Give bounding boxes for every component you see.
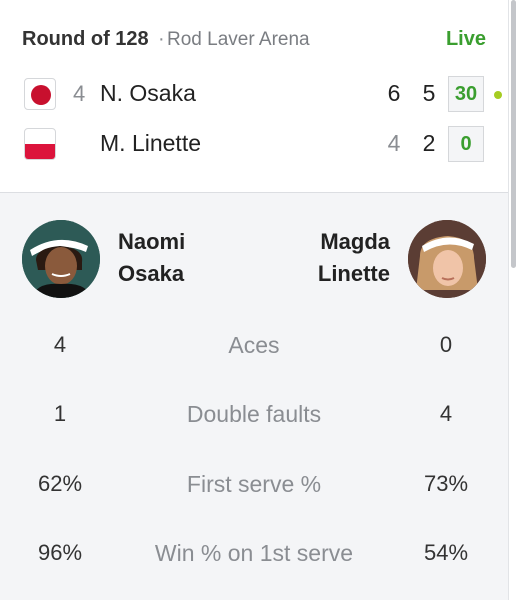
player-row-linette[interactable]: M. Linette 4 2 0 <box>0 126 508 166</box>
set-1-score: 6 <box>387 80 401 106</box>
match-header: Round of 128 · Rod Laver Arena Live <box>22 28 488 54</box>
player-2-full-name: Magda Linette <box>317 229 390 286</box>
stat-label: Aces <box>228 332 280 358</box>
set-2-score: 2 <box>422 130 436 156</box>
stat-row-first-serve: 62% First serve % 73% <box>0 471 508 501</box>
stat-label: Win % on 1st serve <box>154 540 354 566</box>
player-row-osaka[interactable]: 4 N. Osaka 6 5 30 <box>0 76 508 116</box>
stat-row-aces: 4 Aces 0 <box>0 332 508 362</box>
stat-value-player-1: 62% <box>37 471 83 496</box>
stat-label: Double faults <box>186 401 322 427</box>
set-1-score: 4 <box>387 130 401 156</box>
stat-value-player-1: 1 <box>53 401 67 426</box>
japan-flag-icon <box>24 78 56 110</box>
player-name: M. Linette <box>100 130 201 156</box>
player-1-full-name: Naomi Osaka <box>118 229 186 286</box>
player-name: N. Osaka <box>100 80 196 106</box>
game-points: 30 <box>448 76 484 112</box>
match-card[interactable]: Round of 128 · Rod Laver Arena Live 4 N.… <box>0 0 509 600</box>
serving-indicator-icon <box>494 91 502 99</box>
avatar-linette[interactable] <box>408 220 486 298</box>
live-status: Live <box>445 28 486 50</box>
game-points: 0 <box>448 126 484 162</box>
stat-value-player-2: 0 <box>439 332 453 357</box>
stat-value-player-2: 54% <box>423 540 469 565</box>
venue-label: Rod Laver Arena <box>167 29 310 50</box>
seed-number: 4 <box>73 81 86 106</box>
stat-row-double-faults: 1 Double faults 4 <box>0 401 508 431</box>
poland-flag-icon <box>24 128 56 160</box>
avatar-osaka[interactable] <box>22 220 100 298</box>
scrollbar[interactable] <box>511 0 516 268</box>
scoreboard: Round of 128 · Rod Laver Arena Live 4 N.… <box>0 0 508 193</box>
stat-value-player-2: 73% <box>423 471 469 496</box>
round-label: Round of 128 <box>22 28 149 50</box>
stat-value-player-1: 96% <box>37 540 83 565</box>
stat-label: First serve % <box>186 471 322 497</box>
header-separator: · <box>158 28 165 50</box>
stat-value-player-1: 4 <box>53 332 67 357</box>
set-2-score: 5 <box>422 80 436 106</box>
stat-row-win-1st-serve: 96% Win % on 1st serve 54% <box>0 540 508 570</box>
stat-value-player-2: 4 <box>439 401 453 426</box>
